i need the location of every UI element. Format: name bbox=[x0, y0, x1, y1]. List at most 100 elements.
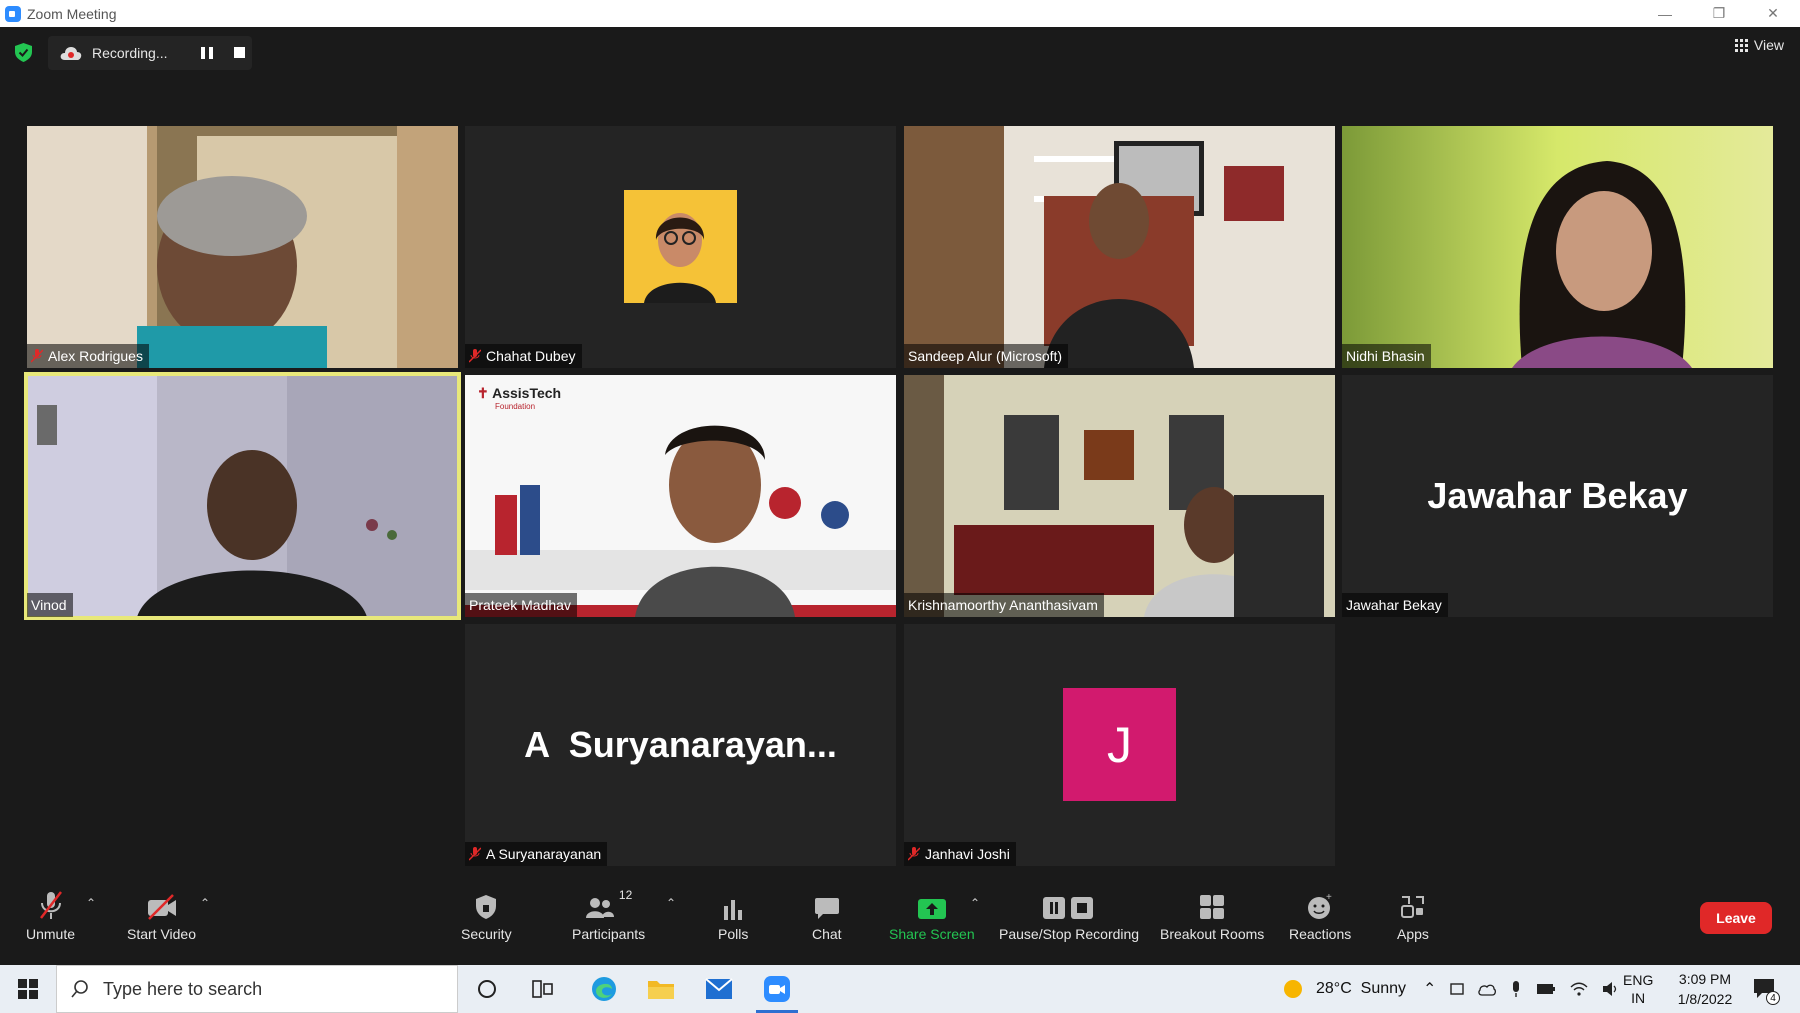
windows-start-button[interactable] bbox=[0, 965, 56, 1013]
clock-time: 3:09 PM bbox=[1678, 971, 1732, 987]
video-tile[interactable]: Nidhi Bhasin bbox=[1342, 126, 1773, 368]
windows-logo-icon bbox=[18, 979, 38, 999]
apps-button[interactable]: Apps bbox=[1397, 888, 1429, 942]
participants-button[interactable]: 12 Participants bbox=[572, 888, 645, 942]
restore-icon[interactable]: ❐ bbox=[1692, 0, 1746, 27]
pause-stop-recording-button[interactable]: Pause/Stop Recording bbox=[999, 888, 1139, 942]
audio-options-caret-icon[interactable]: ⌃ bbox=[86, 896, 96, 910]
video-tile-no-video[interactable]: A Suryanarayan... A Suryanarayanan bbox=[465, 624, 896, 866]
assistech-logo: ✝ AssisTech Foundation bbox=[477, 385, 562, 411]
video-off-icon bbox=[147, 894, 176, 920]
edge-browser-icon[interactable] bbox=[575, 965, 633, 1013]
security-shield-icon bbox=[476, 895, 497, 919]
participants-count: 12 bbox=[618, 888, 633, 902]
zoom-taskbar-icon[interactable] bbox=[748, 965, 806, 1013]
recording-indicator: Recording... bbox=[48, 36, 252, 70]
mail-icon[interactable] bbox=[690, 965, 748, 1013]
chat-button[interactable]: Chat bbox=[812, 888, 842, 942]
chat-icon bbox=[814, 898, 839, 919]
language-indicator[interactable]: ENG IN bbox=[1623, 965, 1653, 1013]
participant-name-tag: Nidhi Bhasin bbox=[1342, 344, 1431, 368]
window-controls: — ❐ ✕ bbox=[1638, 0, 1800, 27]
meeting-controls: Unmute ⌃ Start Video ⌃ Security 12 Parti… bbox=[0, 878, 1800, 965]
participant-name: Chahat Dubey bbox=[486, 348, 576, 364]
participants-icon bbox=[585, 898, 614, 918]
tray-expand-icon[interactable]: ⌃ bbox=[1423, 979, 1436, 999]
participant-name: Janhavi Joshi bbox=[925, 846, 1010, 862]
participant-display-name: Jawahar Bekay bbox=[1427, 475, 1688, 516]
participant-video bbox=[27, 126, 458, 368]
video-options-caret-icon[interactable]: ⌃ bbox=[200, 896, 210, 910]
share-options-caret-icon[interactable]: ⌃ bbox=[970, 896, 980, 910]
wifi-icon[interactable] bbox=[1570, 981, 1588, 997]
participant-name-tag: Janhavi Joshi bbox=[904, 842, 1016, 866]
video-tile-no-video[interactable]: Jawahar Bekay Jawahar Bekay bbox=[1342, 375, 1773, 617]
participant-video bbox=[1342, 126, 1773, 368]
weather-text: 28°C Sunny bbox=[1316, 980, 1407, 997]
notification-center-button[interactable]: 4 bbox=[1752, 965, 1780, 1013]
weather-widget[interactable]: 28°C Sunny bbox=[1282, 965, 1406, 1013]
breakout-rooms-button[interactable]: Breakout Rooms bbox=[1160, 888, 1264, 942]
security-button[interactable]: Security bbox=[461, 888, 512, 942]
leave-button[interactable]: Leave bbox=[1700, 902, 1772, 934]
pause-recording-icon[interactable] bbox=[201, 47, 213, 59]
participants-caret-icon[interactable]: ⌃ bbox=[666, 896, 676, 910]
stop-recording-icon[interactable] bbox=[234, 47, 245, 58]
close-icon[interactable]: ✕ bbox=[1746, 0, 1800, 27]
taskbar-clock[interactable]: 3:09 PM 1/8/2022 bbox=[1670, 965, 1740, 1013]
cortana-icon[interactable] bbox=[458, 965, 516, 1013]
share-screen-icon bbox=[917, 899, 946, 919]
onedrive-icon[interactable] bbox=[1478, 982, 1497, 996]
participant-name-tag: Jawahar Bekay bbox=[1342, 593, 1448, 617]
reactions-button[interactable]: + Reactions bbox=[1289, 888, 1351, 942]
participant-avatar bbox=[624, 190, 737, 303]
view-label: View bbox=[1753, 37, 1784, 53]
participant-video bbox=[904, 126, 1335, 368]
polls-icon bbox=[724, 900, 743, 920]
participant-display-name: A Suryanarayan... bbox=[524, 724, 837, 765]
volume-icon[interactable] bbox=[1602, 981, 1620, 997]
muted-mic-icon bbox=[31, 349, 43, 363]
share-screen-button[interactable]: Share Screen bbox=[889, 888, 975, 942]
security-shield-icon[interactable] bbox=[15, 43, 32, 62]
search-placeholder: Type here to search bbox=[103, 978, 263, 999]
video-tile[interactable]: Krishnamoorthy Ananthasivam bbox=[904, 375, 1335, 617]
muted-mic-icon bbox=[469, 847, 481, 861]
reactions-icon: + bbox=[1308, 892, 1332, 919]
breakout-rooms-icon bbox=[1200, 895, 1225, 919]
cloud-record-icon bbox=[60, 47, 82, 60]
svg-text:+: + bbox=[1326, 892, 1332, 903]
battery-icon[interactable] bbox=[1536, 983, 1556, 995]
muted-mic-icon bbox=[39, 891, 62, 919]
participant-name: Jawahar Bekay bbox=[1346, 597, 1442, 613]
polls-button[interactable]: Polls bbox=[718, 888, 748, 942]
participant-name: Nidhi Bhasin bbox=[1346, 348, 1425, 364]
taskbar-search-box[interactable]: Type here to search bbox=[56, 965, 458, 1013]
participant-name-tag: Alex Rodrigues bbox=[27, 344, 149, 368]
file-explorer-icon[interactable] bbox=[632, 965, 690, 1013]
notification-count: 4 bbox=[1766, 991, 1780, 1005]
video-tile[interactable]: Chahat Dubey bbox=[465, 126, 896, 368]
clock-date: 1/8/2022 bbox=[1677, 991, 1733, 1007]
minimize-icon[interactable]: — bbox=[1638, 0, 1692, 27]
unmute-button[interactable]: Unmute bbox=[26, 888, 75, 942]
participant-name: Prateek Madhav bbox=[469, 597, 571, 613]
video-tile-active-speaker[interactable]: Vinod bbox=[24, 372, 461, 620]
video-tile-no-video[interactable]: J Janhavi Joshi bbox=[904, 624, 1335, 866]
task-view-icon[interactable] bbox=[514, 965, 572, 1013]
start-video-button[interactable]: Start Video bbox=[127, 888, 196, 942]
microphone-icon[interactable] bbox=[1510, 980, 1522, 998]
meeting-topbar: Recording... View bbox=[0, 27, 1800, 71]
participant-video bbox=[27, 375, 458, 617]
window-titlebar: Zoom Meeting — ❐ ✕ bbox=[0, 0, 1800, 27]
video-tile[interactable]: Sandeep Alur (Microsoft) bbox=[904, 126, 1335, 368]
participant-name-tag: Sandeep Alur (Microsoft) bbox=[904, 344, 1069, 368]
participant-name-tag: A Suryanarayanan bbox=[465, 842, 608, 866]
participant-name-tag: Krishnamoorthy Ananthasivam bbox=[904, 593, 1104, 617]
muted-mic-icon bbox=[908, 847, 920, 861]
meet-now-icon[interactable] bbox=[1450, 981, 1465, 997]
participant-avatar-letter: J bbox=[1063, 688, 1176, 801]
view-button[interactable]: View bbox=[1734, 37, 1784, 53]
video-tile[interactable]: Alex Rodrigues bbox=[27, 126, 458, 368]
video-tile[interactable]: ✝ AssisTech Foundation Prateek Madhav bbox=[465, 375, 896, 617]
